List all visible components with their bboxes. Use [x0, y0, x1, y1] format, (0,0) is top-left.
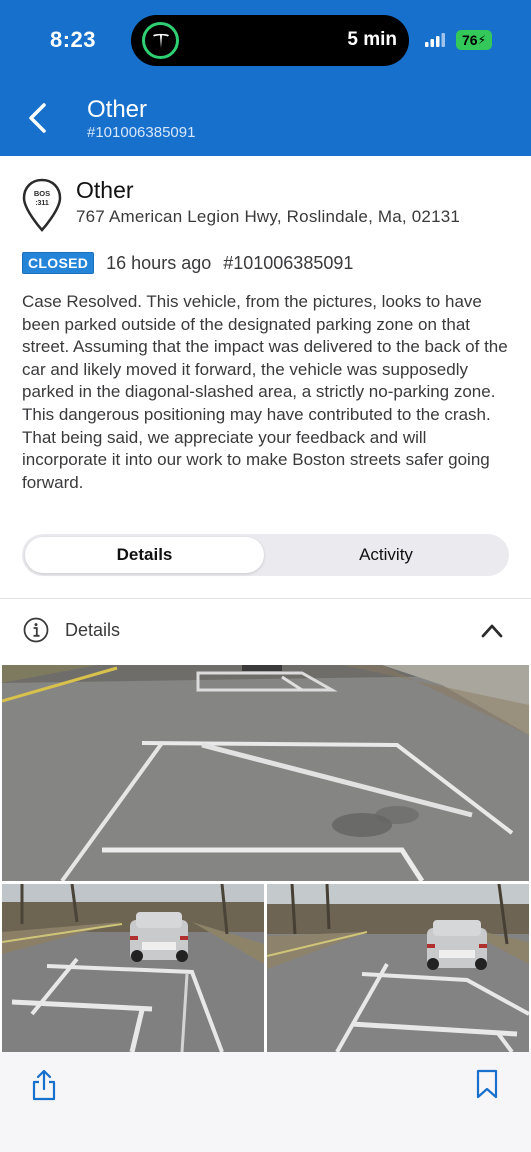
case-time-ago: 16 hours ago — [106, 252, 212, 273]
pin-label-311: :311 — [35, 200, 49, 207]
bottom-toolbar — [0, 1052, 531, 1152]
case-photo-2[interactable] — [2, 884, 264, 1052]
bookmark-icon[interactable] — [476, 1069, 498, 1099]
status-time: 8:23 — [50, 27, 97, 52]
details-section-label: Details — [65, 620, 121, 640]
case-number: #101006385091 — [223, 252, 354, 273]
case-address: 767 American Legion Hwy, Roslindale, Ma,… — [76, 207, 461, 226]
app-header: 8:23 5 min 76 ⚡ Other #101006385091 — [0, 0, 531, 156]
case-photo-3[interactable] — [267, 884, 529, 1052]
battery-indicator: 76 ⚡ — [456, 30, 492, 50]
section-divider — [0, 598, 531, 599]
dynamic-island[interactable]: 5 min — [131, 15, 409, 66]
tab-switcher: Details Activity — [22, 534, 509, 576]
case-photo-1[interactable] — [2, 665, 529, 881]
info-icon — [23, 617, 49, 643]
share-icon[interactable] — [31, 1069, 57, 1101]
battery-level: 76 — [461, 32, 478, 48]
tesla-logo-icon — [142, 22, 179, 59]
pin-label-bos: BOS — [34, 189, 50, 198]
tab-activity[interactable]: Activity — [266, 537, 506, 573]
case-meta-row: CLOSED 16 hours ago #101006385091 — [22, 252, 353, 274]
case-title: Other — [76, 177, 134, 203]
status-badge: CLOSED — [22, 252, 95, 274]
activity-time: 5 min — [347, 29, 397, 50]
back-chevron-icon[interactable] — [24, 100, 54, 136]
nav-subtitle: #101006385091 — [87, 124, 196, 141]
case-description: Case Resolved. This vehicle, from the pi… — [22, 292, 508, 492]
nav-title: Other — [87, 96, 148, 123]
details-section-header[interactable]: Details — [0, 608, 531, 654]
charging-icon: ⚡ — [477, 33, 486, 47]
chevron-up-icon[interactable] — [480, 621, 504, 639]
bos311-pin-icon: BOS :311 — [22, 178, 62, 232]
signal-icon — [425, 33, 445, 47]
tab-details[interactable]: Details — [25, 537, 264, 573]
